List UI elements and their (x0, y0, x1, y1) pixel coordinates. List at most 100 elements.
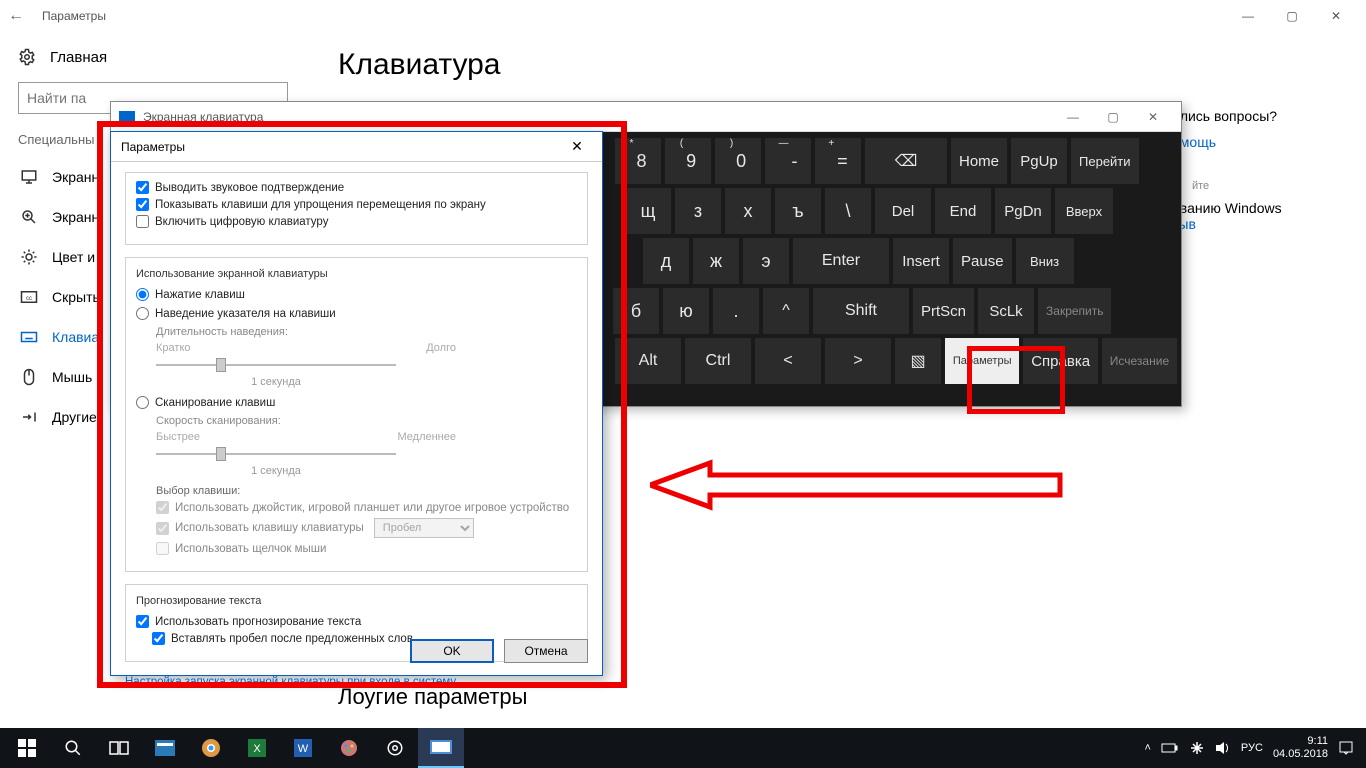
key-shift[interactable]: Shift (813, 288, 909, 334)
tray-time: 9:11 (1273, 735, 1328, 748)
osk-close-button[interactable]: ✕ (1133, 105, 1173, 129)
arrows-icon (20, 408, 38, 426)
taskbar-app-excel[interactable]: X (234, 728, 280, 768)
key-8[interactable]: *8 (615, 138, 661, 184)
showkeys-checkbox[interactable] (136, 198, 149, 211)
taskview-button[interactable] (96, 728, 142, 768)
space-label: Вставлять пробел после предложенных слов (171, 633, 413, 645)
key-ю[interactable]: ю (663, 288, 709, 334)
search-button[interactable] (50, 728, 96, 768)
numpad-checkbox[interactable] (136, 215, 149, 228)
right-column: ились вопросы? омощь йте ованию Windows … (1172, 108, 1342, 240)
key-исчезание[interactable]: Исчезание (1102, 338, 1177, 384)
key-э[interactable]: э (743, 238, 789, 284)
improve-label: йте (1192, 180, 1342, 192)
taskbar-app-osk[interactable] (418, 728, 464, 768)
key-з[interactable]: з (675, 188, 721, 234)
key-pgup[interactable]: PgUp (1011, 138, 1067, 184)
key--[interactable]: ^ (763, 288, 809, 334)
taskbar-app-paint[interactable] (326, 728, 372, 768)
key-pgdn[interactable]: PgDn (995, 188, 1051, 234)
predict-checkbox[interactable] (136, 615, 149, 628)
click-label: Нажатие клавиш (155, 289, 245, 301)
tray-chevron-icon[interactable]: ˄ (1144, 742, 1150, 754)
monitor-icon (20, 168, 38, 186)
osk-minimize-button[interactable]: — (1053, 105, 1093, 129)
key--[interactable]: > (825, 338, 891, 384)
back-button[interactable]: ← (8, 7, 24, 25)
cancel-button[interactable]: Отмена (504, 639, 588, 663)
key-б[interactable]: б (613, 288, 659, 334)
click-radio[interactable] (136, 288, 149, 301)
parameters-dialog: Параметры ✕ Выводить звуковое подтвержде… (110, 131, 603, 676)
sidebar-item-label: Скрыть (52, 289, 100, 305)
tray-notifications-icon[interactable] (1338, 740, 1354, 756)
review-link[interactable]: зыв (1172, 216, 1342, 232)
key-д[interactable]: д (643, 238, 689, 284)
kbkey-select: Пробел (374, 518, 474, 538)
key-вверх[interactable]: Вверх (1055, 188, 1113, 234)
key-9[interactable]: (9 (665, 138, 711, 184)
showkeys-label: Показывать клавиши для упрощения перемещ… (155, 199, 486, 211)
contrast-icon (20, 248, 38, 266)
start-button[interactable] (4, 728, 50, 768)
key-х[interactable]: х (725, 188, 771, 234)
kbkey-checkbox (156, 522, 169, 535)
key-end[interactable]: End (935, 188, 991, 234)
tray-volume-icon[interactable] (1215, 741, 1231, 755)
key-enter[interactable]: Enter (793, 238, 889, 284)
scan-slider (156, 445, 396, 463)
close-button[interactable]: ✕ (1314, 2, 1358, 30)
sidebar-home[interactable]: Главная (18, 48, 318, 66)
space-checkbox[interactable] (152, 632, 165, 645)
minimize-button[interactable]: — (1226, 2, 1270, 30)
taskbar: X W ˄ РУС 9:11 04.05.2018 (0, 728, 1366, 768)
tray-clock[interactable]: 9:11 04.05.2018 (1273, 735, 1328, 761)
dialog-title: Параметры (121, 140, 185, 154)
ok-button[interactable]: OK (410, 639, 494, 663)
key-home[interactable]: Home (951, 138, 1007, 184)
key--[interactable]: \ (825, 188, 871, 234)
key-sclk[interactable]: ScLk (978, 288, 1034, 334)
hover-radio[interactable] (136, 307, 149, 320)
key-prtscn[interactable]: PrtScn (913, 288, 974, 334)
key-insert[interactable]: Insert (893, 238, 949, 284)
startup-link[interactable]: Настройка запуска экранной клавиатуры пр… (125, 676, 456, 688)
improve-text: ованию Windows (1172, 200, 1342, 216)
key-del[interactable]: Del (875, 188, 931, 234)
key--[interactable]: += (815, 138, 861, 184)
osk-title: Экранная клавиатура (143, 110, 263, 124)
key-0[interactable]: )0 (715, 138, 761, 184)
key--[interactable]: < (755, 338, 821, 384)
sound-checkbox[interactable] (136, 181, 149, 194)
key-щ[interactable]: щ (625, 188, 671, 234)
key--[interactable]: ⌫ (865, 138, 947, 184)
key-закрепить[interactable]: Закрепить (1038, 288, 1111, 334)
osk-maximize-button[interactable]: ▢ (1093, 105, 1133, 129)
help-link[interactable]: омощь (1172, 134, 1342, 150)
key-параметры[interactable]: Параметры (945, 338, 1019, 384)
key--[interactable]: —- (765, 138, 811, 184)
long-label: Долго (426, 342, 456, 354)
key-ъ[interactable]: ъ (775, 188, 821, 234)
key--[interactable]: . (713, 288, 759, 334)
tray-network-icon[interactable] (1189, 740, 1205, 756)
taskbar-app-settings[interactable] (372, 728, 418, 768)
taskbar-app-explorer[interactable] (142, 728, 188, 768)
mouseclick-label: Использовать щелчок мыши (175, 543, 326, 555)
taskbar-app-chrome[interactable] (188, 728, 234, 768)
key-pause[interactable]: Pause (953, 238, 1012, 284)
maximize-button[interactable]: ▢ (1270, 2, 1314, 30)
key--[interactable]: ▧ (895, 338, 941, 384)
key-справка[interactable]: Справка (1023, 338, 1098, 384)
tray-lang[interactable]: РУС (1241, 742, 1263, 754)
key-ctrl[interactable]: Ctrl (685, 338, 751, 384)
key-перейти[interactable]: Перейти (1071, 138, 1139, 184)
scan-radio[interactable] (136, 396, 149, 409)
key-вниз[interactable]: Вниз (1016, 238, 1074, 284)
key-ж[interactable]: ж (693, 238, 739, 284)
dialog-close-button[interactable]: ✕ (562, 136, 592, 158)
taskbar-app-word[interactable]: W (280, 728, 326, 768)
key-alt[interactable]: Alt (615, 338, 681, 384)
tray-battery-icon[interactable] (1161, 742, 1179, 754)
